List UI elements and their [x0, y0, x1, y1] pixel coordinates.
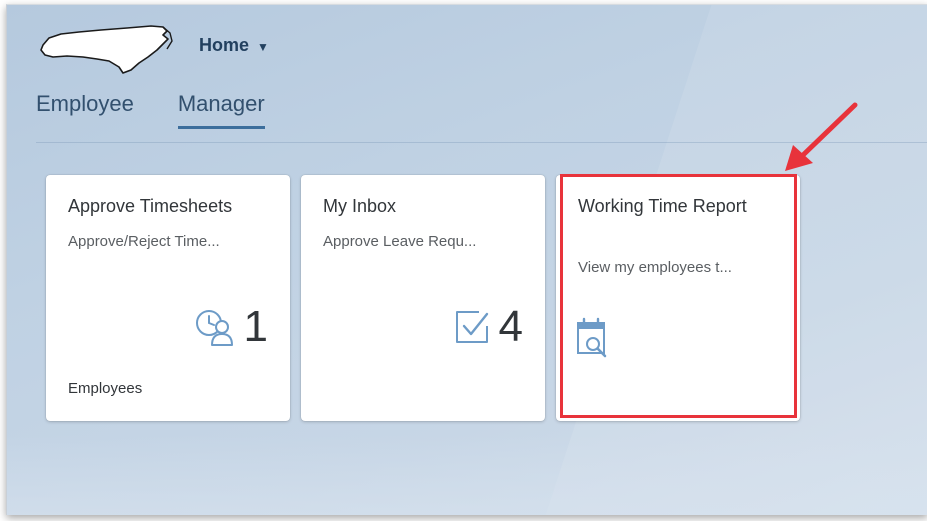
- kpi-value: 1: [243, 302, 268, 351]
- tile-my-inbox[interactable]: My Inbox Approve Leave Requ... 4: [301, 175, 545, 421]
- calendar-search-icon: [577, 317, 607, 358]
- timesheet-person-clock-icon: [195, 310, 233, 346]
- caret-down-icon: ▼: [257, 39, 269, 54]
- tile-title: Approve Timesheets: [68, 196, 233, 216]
- tile-title: My Inbox: [323, 196, 397, 216]
- tab-employee[interactable]: Employee: [36, 91, 134, 129]
- tile-subtitle: View my employees t...: [578, 259, 732, 276]
- tile-subtitle: Approve/Reject Time...: [68, 233, 220, 250]
- tile-approve-timesheets[interactable]: Approve Timesheets Approve/Reject Time..…: [46, 175, 290, 421]
- home-menu-label: Home: [199, 35, 250, 55]
- tile-subtitle: Approve Leave Requ...: [323, 233, 477, 250]
- north-carolina-state-icon[interactable]: [39, 23, 179, 77]
- tile-icon: [576, 317, 610, 364]
- tile-working-time-report[interactable]: Working Time Report View my employees t.…: [556, 175, 800, 421]
- tile-kpi: 1: [194, 303, 268, 351]
- annotation-arrow-icon: [785, 102, 858, 171]
- inbox-checkmark-icon: [455, 311, 488, 343]
- tile-kpi: 4: [453, 303, 523, 351]
- tile-footer: Employees: [68, 380, 143, 397]
- launchpad-window: Home ▼ Employee Manager Approve Timeshee…: [6, 4, 927, 515]
- tab-manager[interactable]: Manager: [177, 91, 265, 129]
- home-menu-button[interactable]: Home ▼: [199, 35, 269, 56]
- kpi-value: 4: [498, 302, 523, 351]
- group-tabs: Employee Manager: [36, 91, 265, 129]
- tile-title: Working Time Report: [578, 196, 747, 216]
